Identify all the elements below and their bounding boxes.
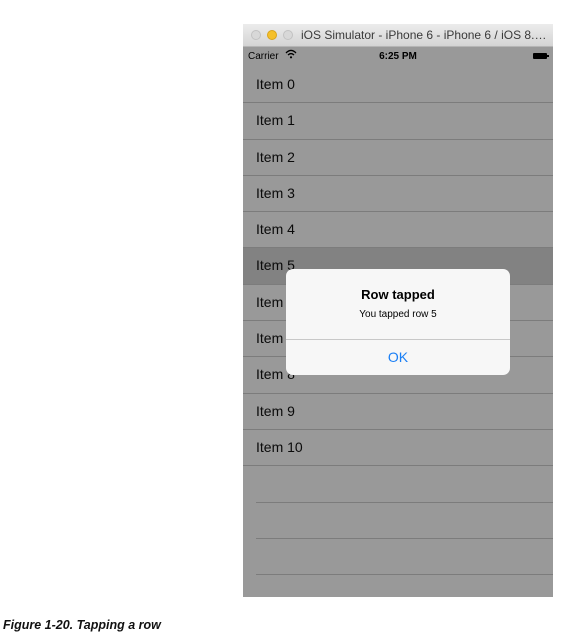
phone-screen: Carrier 6:25 PM Item 0 Item 1 Item 2 Item 3… <box>243 47 553 597</box>
alert-message: You tapped row 5 <box>359 309 437 320</box>
close-window-button[interactable] <box>251 30 261 40</box>
window-title: iOS Simulator - iPhone 6 - iPhone 6 / iO… <box>301 28 551 42</box>
alert-title: Row tapped <box>361 287 435 302</box>
window-titlebar: iOS Simulator - iPhone 6 - iPhone 6 / iO… <box>243 24 553 47</box>
simulator-window: iOS Simulator - iPhone 6 - iPhone 6 / iO… <box>243 24 553 597</box>
alert-dialog: Row tapped You tapped row 5 OK <box>286 269 510 375</box>
ok-button[interactable]: OK <box>286 340 510 375</box>
minimize-window-button[interactable] <box>267 30 277 40</box>
zoom-window-button[interactable] <box>283 30 293 40</box>
figure-caption: Figure 1-20. Tapping a row <box>3 618 161 632</box>
